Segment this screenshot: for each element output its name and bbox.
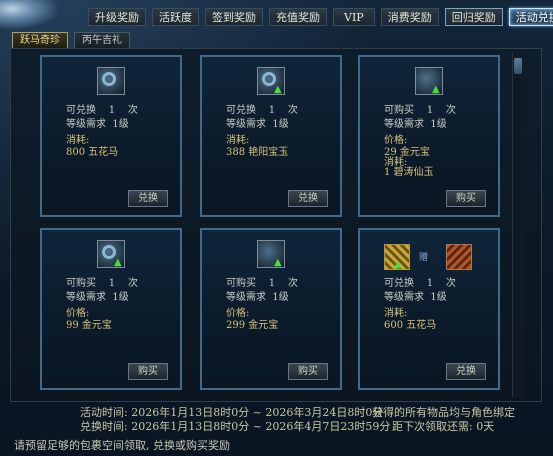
upgrade-arrow-icon: ▲	[274, 84, 282, 95]
exchange-button[interactable]: 兑换	[446, 363, 486, 380]
exchange-card: 可兑换 1 次 等级需求 1级 消耗: 800 五花马 兑换	[40, 55, 182, 217]
buy-button[interactable]: 购买	[128, 363, 168, 380]
gift-mark: 赠	[419, 253, 429, 263]
subtab-treasure[interactable]: 跃马奇珍	[12, 32, 68, 49]
tab-consume-reward[interactable]: 消费奖励	[380, 8, 439, 26]
level-value: 1级	[112, 292, 129, 303]
next-claim: 距下次领取还需: 0天	[392, 420, 495, 433]
tab-event-exchange[interactable]: 活动兑换	[508, 8, 553, 26]
cost-line: 1 碧涛仙玉	[384, 167, 434, 178]
exchange-time: 兑换时间: 2026年1月13日8时0分 ~ 2026年4月7日23时59分	[80, 420, 391, 433]
level-label: 等级需求	[226, 292, 266, 303]
price-line: 99 金元宝	[66, 320, 112, 331]
count-unit: 次	[127, 105, 138, 116]
exchange-card: 赠 ▲ 可兑换 1 次 等级需求 1级 消耗: 600 五花马 兑换	[358, 228, 500, 390]
tab-recharge-reward[interactable]: 充值奖励	[269, 8, 327, 26]
level-label: 等级需求	[384, 292, 424, 303]
exchange-card: ▲ 可购买 1 次 等级需求 1级 价格: 299 金元宝 购买	[200, 228, 342, 390]
scrollbar-thumb[interactable]	[514, 58, 522, 74]
price-line: 299 金元宝	[226, 320, 279, 331]
exchange-card: ▲ 可购买 1 次 等级需求 1级 价格: 29 金元宝 消耗: 1 碧涛仙玉 …	[358, 55, 500, 217]
sub-tab-bar: 跃马奇珍 丙午吉礼	[12, 32, 130, 49]
scrollbar[interactable]	[512, 52, 523, 397]
level-label: 等级需求	[226, 119, 266, 130]
cost-line: 600 五花马	[384, 320, 437, 331]
count-unit: 次	[287, 278, 298, 289]
cost-line: 388 艳阳宝玉	[226, 147, 289, 158]
buy-button[interactable]: 购买	[288, 363, 328, 380]
tab-signin-reward[interactable]: 签到奖励	[205, 8, 263, 26]
tab-level-reward[interactable]: 升级奖励	[88, 8, 146, 26]
top-tab-bar: 升级奖励 活跃度 签到奖励 充值奖励 VIP 消费奖励 回归奖励 活动兑换	[88, 8, 553, 28]
upgrade-arrow-icon: ▲	[274, 257, 282, 268]
upgrade-arrow-icon: ▲	[432, 84, 440, 95]
exchange-card: ▲ 可购买 1 次 等级需求 1级 价格: 99 金元宝 购买	[40, 228, 182, 390]
scroll-icon[interactable]	[446, 244, 472, 270]
subtab-gift[interactable]: 丙午吉礼	[74, 32, 130, 49]
corner-ornament	[0, 0, 60, 30]
count-unit: 次	[287, 105, 298, 116]
level-value: 1级	[430, 119, 447, 130]
level-label: 等级需求	[66, 119, 106, 130]
upgrade-arrow-icon: ▲	[394, 259, 402, 270]
level-value: 1级	[272, 292, 289, 303]
buy-button[interactable]: 购买	[446, 190, 486, 207]
level-label: 等级需求	[66, 292, 106, 303]
level-value: 1级	[272, 119, 289, 130]
exchange-button[interactable]: 兑换	[128, 190, 168, 207]
tab-activity[interactable]: 活跃度	[152, 8, 199, 26]
exchange-card: ▲ 可兑换 1 次 等级需求 1级 消耗: 388 艳阳宝玉 兑换	[200, 55, 342, 217]
upgrade-arrow-icon: ▲	[114, 257, 122, 268]
cost-line: 800 五花马	[66, 147, 119, 158]
exchange-button[interactable]: 兑换	[288, 190, 328, 207]
level-value: 1级	[430, 292, 447, 303]
count-unit: 次	[445, 278, 456, 289]
tab-vip[interactable]: VIP	[333, 8, 375, 26]
ring-icon[interactable]	[97, 67, 125, 95]
inventory-hint: 请预留足够的包裹空间领取, 兑换或购买奖励	[14, 439, 230, 452]
level-label: 等级需求	[384, 119, 424, 130]
tab-return-reward[interactable]: 回归奖励	[444, 8, 503, 26]
count-unit: 次	[127, 278, 138, 289]
level-value: 1级	[112, 119, 129, 130]
count-unit: 次	[445, 105, 456, 116]
